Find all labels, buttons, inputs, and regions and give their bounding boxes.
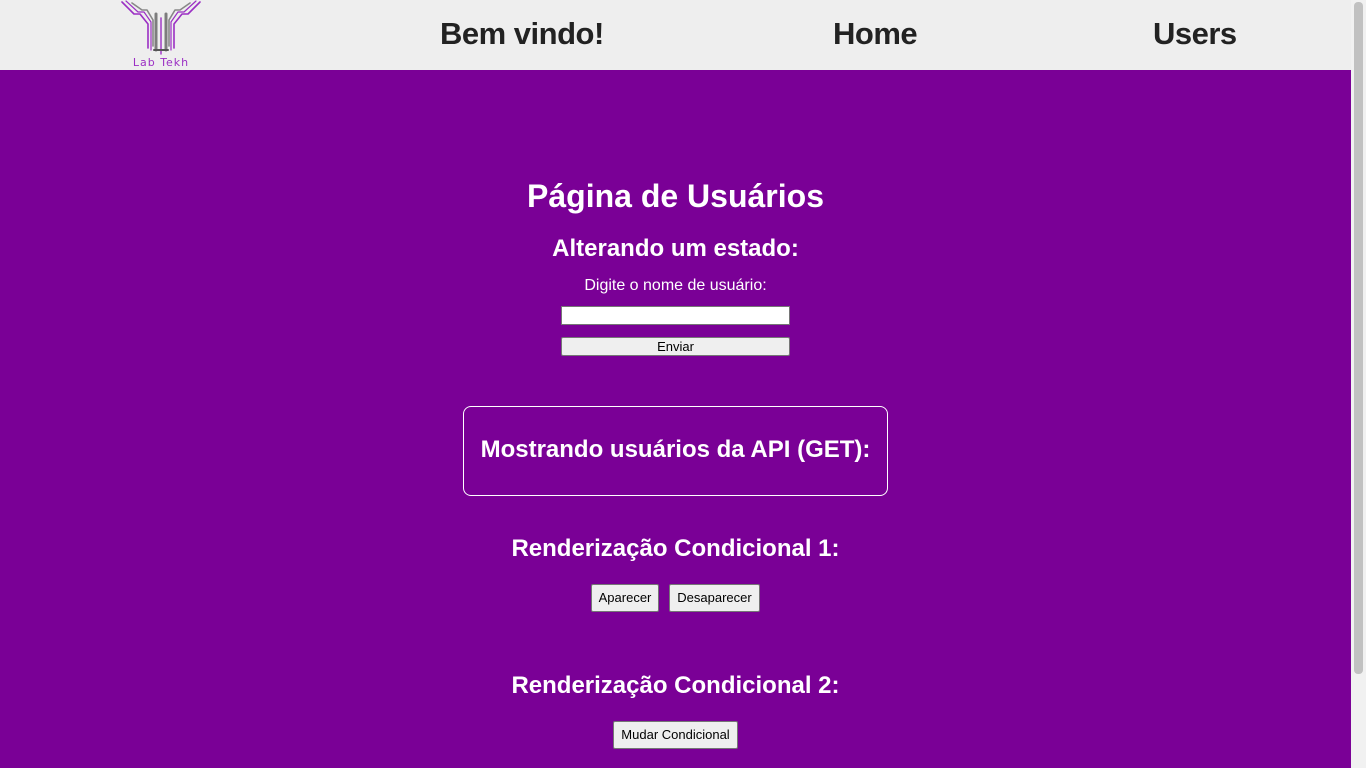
lab-tekh-logo[interactable]: Lab Tekh [118,0,204,70]
nav-link-welcome[interactable]: Bem vindo! [440,14,604,54]
hide-button[interactable]: Desaparecer [669,584,760,612]
page-title: Página de Usuários [527,178,824,214]
users-page: Página de Usuários Alterando um estado: … [0,70,1351,768]
api-users-box: Mostrando usuários da API (GET): [463,406,888,496]
scrollbar-thumb[interactable] [1354,2,1363,674]
state-section-title: Alterando um estado: [552,235,799,262]
nav-link-home[interactable]: Home [833,14,918,54]
conditional-1-title: Renderização Condicional 1: [511,535,840,562]
conditional-2-title: Renderização Condicional 2: [511,672,840,699]
page-scrollbar[interactable] [1351,0,1366,768]
nav-link-users[interactable]: Users [1153,14,1237,54]
submit-button[interactable]: Enviar [561,337,790,356]
toggle-conditional-button[interactable]: Mudar Condicional [613,721,738,749]
username-input[interactable] [561,306,790,325]
lab-tekh-logo-icon: Lab Tekh [121,0,201,69]
username-label: Digite o nome de usuário: [584,277,767,294]
show-button[interactable]: Aparecer [591,584,659,612]
logo-text: Lab Tekh [133,56,189,69]
navbar: Lab Tekh Bem vindo! Home Users [0,0,1351,70]
api-section-title: Mostrando usuários da API (GET): [480,436,871,463]
